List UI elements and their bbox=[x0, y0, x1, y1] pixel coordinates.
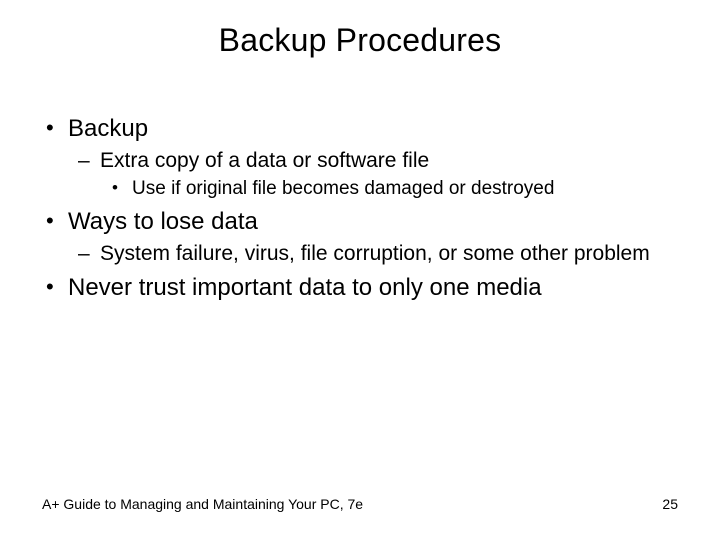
bullet-list: Backup Extra copy of a data or software … bbox=[42, 114, 678, 303]
list-item: Backup bbox=[42, 114, 678, 144]
list-item: Use if original file becomes damaged or … bbox=[42, 177, 678, 201]
slide-footer: A+ Guide to Managing and Maintaining You… bbox=[42, 496, 678, 512]
list-item: Never trust important data to only one m… bbox=[42, 273, 678, 303]
slide: Backup Procedures Backup Extra copy of a… bbox=[0, 0, 720, 540]
list-item: Extra copy of a data or software file bbox=[42, 148, 678, 174]
slide-body: Backup Extra copy of a data or software … bbox=[42, 108, 678, 303]
slide-title: Backup Procedures bbox=[0, 22, 720, 59]
page-number: 25 bbox=[662, 496, 678, 512]
list-item: System failure, virus, file corruption, … bbox=[42, 241, 678, 267]
list-item: Ways to lose data bbox=[42, 207, 678, 237]
footer-source: A+ Guide to Managing and Maintaining You… bbox=[42, 496, 363, 512]
